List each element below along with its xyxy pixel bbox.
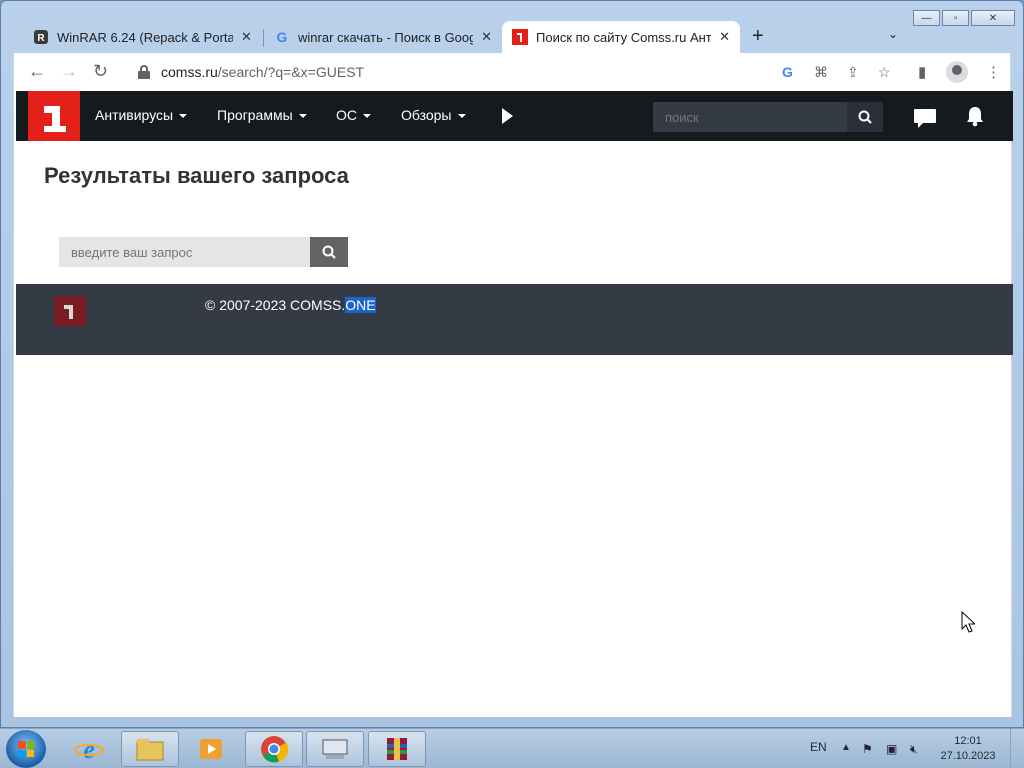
- bookmark-star-icon[interactable]: ☆: [878, 64, 891, 81]
- tab-winrar[interactable]: R WinRAR 6.24 (Repack & Portable ✕: [23, 21, 263, 53]
- system-clock[interactable]: 12:01 27.10.2023: [938, 734, 998, 764]
- tab-title: winrar скачать - Поиск в Google: [298, 29, 474, 45]
- mouse-cursor-icon: [961, 610, 977, 638]
- start-button[interactable]: [6, 730, 46, 768]
- reload-icon[interactable]: ↻: [93, 61, 108, 82]
- caret-down-icon: [457, 114, 466, 119]
- tab-comss[interactable]: Поиск по сайту Comss.ru Антив ✕: [502, 21, 740, 53]
- action-center-icon[interactable]: ⚑: [862, 742, 873, 756]
- menu-kebab-icon[interactable]: ⋮: [986, 63, 1001, 81]
- show-hidden-icons-icon[interactable]: ▲: [841, 742, 851, 753]
- site-navbar: Антивирусы Программы ОС Обзоры: [16, 91, 1013, 141]
- nav-item-programs[interactable]: Программы: [217, 107, 307, 123]
- tab-google[interactable]: G winrar скачать - Поиск в Google ✕: [264, 21, 502, 53]
- side-panel-icon[interactable]: ▮: [918, 63, 926, 81]
- google-favicon-icon: G: [274, 29, 290, 45]
- caret-down-icon: [363, 114, 371, 119]
- search-icon: [858, 110, 872, 124]
- page-title: Результаты вашего запроса: [44, 163, 349, 188]
- caret-down-icon: [179, 114, 188, 119]
- network-icon[interactable]: ▣: [886, 742, 897, 756]
- comss-favicon-icon: [512, 29, 528, 45]
- play-icon[interactable]: [502, 108, 513, 124]
- svg-text:R: R: [37, 33, 45, 44]
- nav-item-antiviruses[interactable]: Антивирусы: [95, 107, 188, 123]
- clock-time: 12:01: [954, 735, 982, 747]
- tab-search-button[interactable]: ⌄: [888, 27, 898, 41]
- new-tab-button[interactable]: +: [752, 25, 764, 48]
- taskbar: e EN ▲ ⚑ ▣ 🔇︎ 12:01 27.10.2023: [0, 728, 1024, 768]
- page-viewport: Антивирусы Программы ОС Обзоры Результат…: [13, 91, 1013, 717]
- caret-down-icon: [298, 114, 307, 119]
- keyboard-app-icon[interactable]: [306, 731, 364, 767]
- tab-title: WinRAR 6.24 (Repack & Portable: [57, 29, 233, 45]
- lock-icon[interactable]: [137, 65, 151, 79]
- share-icon[interactable]: ⇪: [847, 64, 859, 81]
- show-desktop-button[interactable]: [1010, 729, 1024, 768]
- close-tab-icon[interactable]: ✕: [241, 29, 252, 45]
- footer-logo-icon[interactable]: [54, 296, 86, 326]
- url-text[interactable]: comss.ru/search/?q=&x=GUEST: [161, 64, 364, 80]
- volume-muted-icon[interactable]: 🔇︎: [910, 742, 918, 757]
- internet-explorer-icon[interactable]: e: [60, 731, 118, 767]
- svg-text:e: e: [83, 735, 95, 764]
- search-icon: [322, 245, 336, 259]
- search-input[interactable]: [59, 237, 310, 267]
- chat-icon[interactable]: [914, 109, 936, 128]
- media-player-icon[interactable]: [182, 731, 240, 767]
- close-tab-icon[interactable]: ✕: [481, 29, 492, 45]
- site-footer: © 2007-2023 COMSS.ONE: [16, 284, 1013, 355]
- google-lens-icon[interactable]: G: [782, 64, 793, 80]
- clock-date: 27.10.2023: [940, 750, 996, 762]
- chrome-icon[interactable]: [245, 731, 303, 767]
- nav-item-reviews[interactable]: Обзоры: [401, 107, 466, 123]
- site-search-input[interactable]: [653, 102, 847, 132]
- comss-logo-icon[interactable]: [28, 91, 80, 141]
- tab-title: Поиск по сайту Comss.ru Антив: [536, 29, 712, 45]
- language-indicator[interactable]: EN: [810, 740, 827, 754]
- svg-text:G: G: [277, 29, 288, 45]
- explorer-icon[interactable]: [121, 731, 179, 767]
- site-search-button[interactable]: [847, 102, 883, 132]
- bell-icon[interactable]: [965, 105, 985, 132]
- browser-window: — ▫ ✕ R WinRAR 6.24 (Repack & Portable ✕…: [0, 0, 1024, 728]
- copyright-text: © 2007-2023 COMSS.ONE: [205, 297, 376, 313]
- back-icon[interactable]: ←: [28, 61, 46, 82]
- profile-avatar-icon[interactable]: [946, 61, 968, 83]
- translate-icon[interactable]: ⌘: [814, 64, 828, 81]
- browser-toolbar: ← → ↻ comss.ru/search/?q=&x=GUEST G ⌘ ⇪ …: [13, 53, 1011, 91]
- close-tab-icon[interactable]: ✕: [719, 29, 730, 45]
- search-button[interactable]: [310, 237, 348, 267]
- winrar-icon[interactable]: [368, 731, 426, 767]
- nav-item-os[interactable]: ОС: [336, 107, 371, 123]
- windows-logo-icon: [18, 741, 34, 757]
- tab-strip: R WinRAR 6.24 (Repack & Portable ✕ G win…: [15, 19, 1009, 53]
- forward-icon[interactable]: →: [60, 61, 78, 82]
- winrar-favicon-icon: R: [33, 29, 49, 45]
